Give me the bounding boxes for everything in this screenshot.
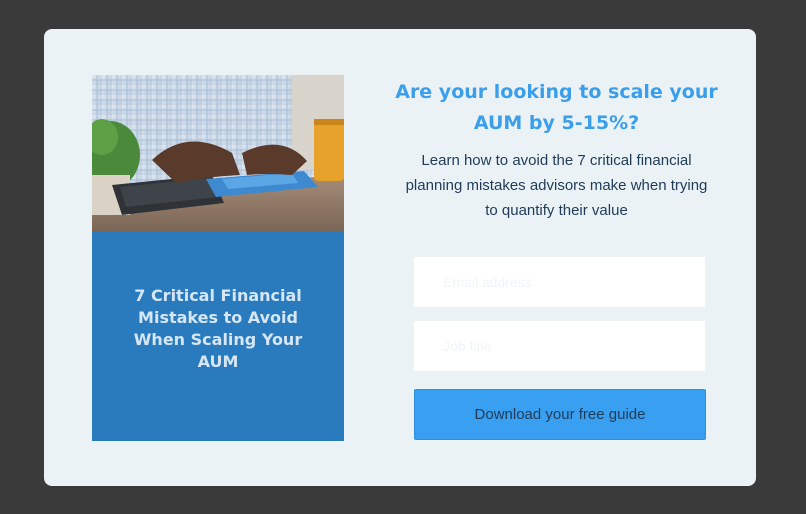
job-title-field[interactable] [414,321,705,371]
desk-calculator-image [92,75,344,232]
lead-capture-modal: 7 Critical Financial Mistakes to Avoid W… [44,29,756,486]
download-guide-button[interactable]: Download your free guide [414,389,706,440]
cover-photo [92,75,344,232]
email-field[interactable] [414,257,705,307]
offer-description: Learn how to avoid the 7 critical financ… [405,152,708,219]
offer-headline: Are your looking to scale your AUM by 5-… [395,81,718,134]
cover-title: 7 Critical Financial Mistakes to Avoid W… [133,286,303,371]
ebook-cover: 7 Critical Financial Mistakes to Avoid W… [92,75,344,441]
